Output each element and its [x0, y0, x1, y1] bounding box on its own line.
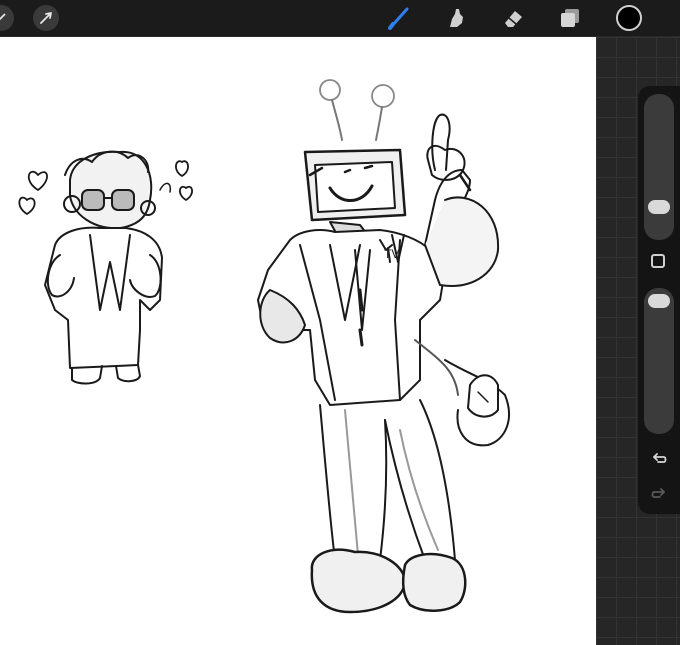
smudge-icon: [450, 9, 463, 27]
redo-icon: [651, 488, 665, 498]
selection-arrow-icon: [33, 5, 59, 31]
top-toolbar: [0, 0, 680, 37]
tv-character-sketch: [257, 79, 510, 614]
tv-annotation: TV: [384, 247, 399, 261]
layers-button[interactable]: [557, 5, 583, 31]
layers-icon: [561, 9, 579, 27]
small-character-sketch: [18, 150, 193, 385]
opacity-slider[interactable]: [644, 288, 674, 434]
brush-size-thumb[interactable]: [648, 200, 670, 214]
sidebar: [638, 86, 680, 514]
undo-button[interactable]: [647, 446, 671, 470]
brush-icon: [388, 7, 409, 30]
brush-size-slider[interactable]: [644, 94, 674, 240]
adjustments-button[interactable]: [0, 5, 14, 31]
opacity-thumb[interactable]: [648, 294, 670, 308]
smudge-tool-button[interactable]: [443, 5, 469, 31]
eraser-tool-button[interactable]: [500, 5, 526, 31]
adjustments-icon: [0, 5, 14, 31]
redo-button[interactable]: [647, 481, 671, 505]
drawing-canvas[interactable]: TV: [0, 37, 596, 645]
selection-button[interactable]: [33, 5, 59, 31]
brush-tool-button[interactable]: [386, 5, 412, 31]
undo-icon: [653, 453, 667, 463]
eraser-icon: [505, 11, 522, 27]
current-color-swatch[interactable]: [616, 5, 642, 31]
sketch-drawing: TV: [18, 79, 510, 614]
modify-square-icon[interactable]: [651, 254, 665, 268]
